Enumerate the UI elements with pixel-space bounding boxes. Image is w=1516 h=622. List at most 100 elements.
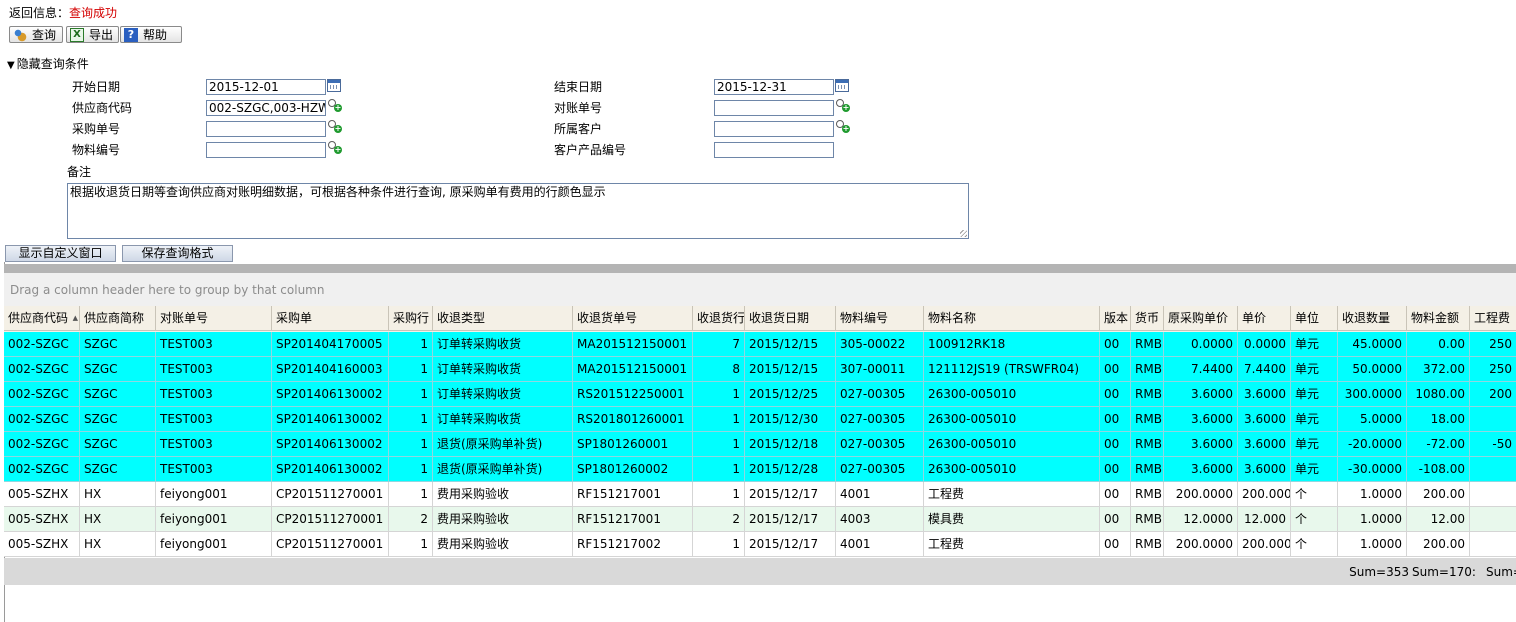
- column-header-material-no[interactable]: 物料编号: [836, 306, 924, 331]
- cell-version[interactable]: 00: [1100, 332, 1131, 357]
- cell-price[interactable]: 200.000: [1238, 482, 1291, 507]
- cell-amount[interactable]: 0.00: [1407, 332, 1470, 357]
- group-by-panel[interactable]: Drag a column header here to group by th…: [4, 273, 1516, 306]
- cell-amount[interactable]: -108.00: [1407, 457, 1470, 482]
- cell-orig-price[interactable]: 3.6000: [1164, 407, 1238, 432]
- cell-po-line[interactable]: 1: [389, 382, 433, 407]
- cell-io-date[interactable]: 2015/12/18: [745, 432, 836, 457]
- cell-unit[interactable]: 单元: [1291, 432, 1338, 457]
- cell-io-type[interactable]: 退货(原采购单补货): [433, 457, 573, 482]
- cell-currency[interactable]: RMB: [1131, 357, 1164, 382]
- cell-eng-fee[interactable]: [1470, 457, 1516, 482]
- cell-supplier-short[interactable]: HX: [80, 507, 156, 532]
- cell-io-no[interactable]: RS201512250001: [573, 382, 693, 407]
- toggle-query-conditions[interactable]: ▼ 隐藏查询条件: [7, 56, 89, 72]
- cell-eng-fee[interactable]: [1470, 482, 1516, 507]
- column-header-currency[interactable]: 货币: [1131, 306, 1164, 331]
- cell-po[interactable]: SP201404170005: [272, 332, 389, 357]
- column-header-io-no[interactable]: 收退货单号: [573, 306, 693, 331]
- table-row[interactable]: 005-SZHX HX feiyong001 CP201511270001 2 费用采购验…: [4, 507, 1516, 532]
- cell-orig-price[interactable]: 0.0000: [1164, 332, 1238, 357]
- cell-statement-no[interactable]: feiyong001: [156, 532, 272, 557]
- lookup-add-icon[interactable]: +: [328, 120, 342, 133]
- cell-statement-no[interactable]: feiyong001: [156, 507, 272, 532]
- lookup-add-icon[interactable]: +: [836, 120, 850, 133]
- cell-amount[interactable]: 200.00: [1407, 532, 1470, 557]
- cell-version[interactable]: 00: [1100, 432, 1131, 457]
- cell-io-type[interactable]: 订单转采购收货: [433, 407, 573, 432]
- cell-material-name[interactable]: 100912RK18: [924, 332, 1100, 357]
- cell-statement-no[interactable]: feiyong001: [156, 482, 272, 507]
- cell-material-no[interactable]: 305-00022: [836, 332, 924, 357]
- save-query-format-button[interactable]: 保存查询格式: [122, 245, 233, 262]
- cell-io-date[interactable]: 2015/12/15: [745, 332, 836, 357]
- cell-statement-no[interactable]: TEST003: [156, 457, 272, 482]
- cell-material-no[interactable]: 027-00305: [836, 432, 924, 457]
- cell-po[interactable]: SP201406130002: [272, 432, 389, 457]
- cell-orig-price[interactable]: 7.4400: [1164, 357, 1238, 382]
- cell-eng-fee[interactable]: [1470, 507, 1516, 532]
- cell-supplier-code[interactable]: 002-SZGC: [4, 432, 80, 457]
- column-header-io-line[interactable]: 收退货行: [693, 306, 745, 331]
- cell-eng-fee[interactable]: [1470, 407, 1516, 432]
- cell-po-line[interactable]: 2: [389, 507, 433, 532]
- cell-io-no[interactable]: SP1801260002: [573, 457, 693, 482]
- end-date-input[interactable]: 2015-12-31: [714, 79, 834, 95]
- cell-material-name[interactable]: 26300-005010: [924, 457, 1100, 482]
- cell-po[interactable]: CP201511270001: [272, 482, 389, 507]
- cell-io-no[interactable]: SP1801260001: [573, 432, 693, 457]
- cell-io-date[interactable]: 2015/12/28: [745, 457, 836, 482]
- po-no-input[interactable]: [206, 121, 326, 137]
- cell-io-type[interactable]: 退货(原采购单补货): [433, 432, 573, 457]
- cell-supplier-code[interactable]: 005-SZHX: [4, 482, 80, 507]
- cell-unit[interactable]: 单元: [1291, 357, 1338, 382]
- table-row[interactable]: 005-SZHX HX feiyong001 CP201511270001 1 费用采购验…: [4, 482, 1516, 507]
- cell-version[interactable]: 00: [1100, 357, 1131, 382]
- cell-price[interactable]: 3.6000: [1238, 382, 1291, 407]
- remark-textarea[interactable]: 根据收退货日期等查询供应商对账明细数据，可根据各种条件进行查询, 原采购单有费用…: [67, 183, 969, 239]
- cell-unit[interactable]: 单元: [1291, 457, 1338, 482]
- cell-po-line[interactable]: 1: [389, 457, 433, 482]
- cell-version[interactable]: 00: [1100, 457, 1131, 482]
- cell-material-name[interactable]: 26300-005010: [924, 382, 1100, 407]
- cell-price[interactable]: 3.6000: [1238, 432, 1291, 457]
- cell-material-no[interactable]: 4003: [836, 507, 924, 532]
- cell-statement-no[interactable]: TEST003: [156, 407, 272, 432]
- cell-io-line[interactable]: 1: [693, 532, 745, 557]
- cell-qty[interactable]: 1.0000: [1338, 532, 1407, 557]
- start-date-input[interactable]: 2015-12-01: [206, 79, 326, 95]
- lookup-add-icon[interactable]: +: [328, 99, 342, 112]
- cell-io-no[interactable]: RF151217002: [573, 532, 693, 557]
- cell-price[interactable]: 0.0000: [1238, 332, 1291, 357]
- cell-po[interactable]: CP201511270001: [272, 507, 389, 532]
- cell-qty[interactable]: 45.0000: [1338, 332, 1407, 357]
- cell-supplier-short[interactable]: SZGC: [80, 382, 156, 407]
- cell-io-line[interactable]: 1: [693, 407, 745, 432]
- cell-io-line[interactable]: 1: [693, 457, 745, 482]
- cell-amount[interactable]: 200.00: [1407, 482, 1470, 507]
- cell-statement-no[interactable]: TEST003: [156, 357, 272, 382]
- cell-price[interactable]: 3.6000: [1238, 407, 1291, 432]
- cell-price[interactable]: 3.6000: [1238, 457, 1291, 482]
- cell-supplier-short[interactable]: SZGC: [80, 457, 156, 482]
- cell-io-type[interactable]: 订单转采购收货: [433, 357, 573, 382]
- cell-statement-no[interactable]: TEST003: [156, 332, 272, 357]
- column-header-material-name[interactable]: 物料名称: [924, 306, 1100, 331]
- cell-amount[interactable]: 1080.00: [1407, 382, 1470, 407]
- cell-io-no[interactable]: MA201512150001: [573, 332, 693, 357]
- cell-io-line[interactable]: 1: [693, 482, 745, 507]
- column-header-version[interactable]: 版本: [1100, 306, 1131, 331]
- cell-io-date[interactable]: 2015/12/17: [745, 507, 836, 532]
- cell-price[interactable]: 7.4400: [1238, 357, 1291, 382]
- cell-io-no[interactable]: RF151217001: [573, 482, 693, 507]
- cell-material-no[interactable]: 027-00305: [836, 382, 924, 407]
- cell-io-no[interactable]: MA201512150001: [573, 357, 693, 382]
- cell-statement-no[interactable]: TEST003: [156, 382, 272, 407]
- cell-eng-fee[interactable]: 250: [1470, 332, 1516, 357]
- cell-qty[interactable]: 300.0000: [1338, 382, 1407, 407]
- cell-orig-price[interactable]: 3.6000: [1164, 457, 1238, 482]
- cell-unit[interactable]: 单元: [1291, 332, 1338, 357]
- cell-po-line[interactable]: 1: [389, 357, 433, 382]
- cell-io-date[interactable]: 2015/12/15: [745, 357, 836, 382]
- cell-orig-price[interactable]: 12.0000: [1164, 507, 1238, 532]
